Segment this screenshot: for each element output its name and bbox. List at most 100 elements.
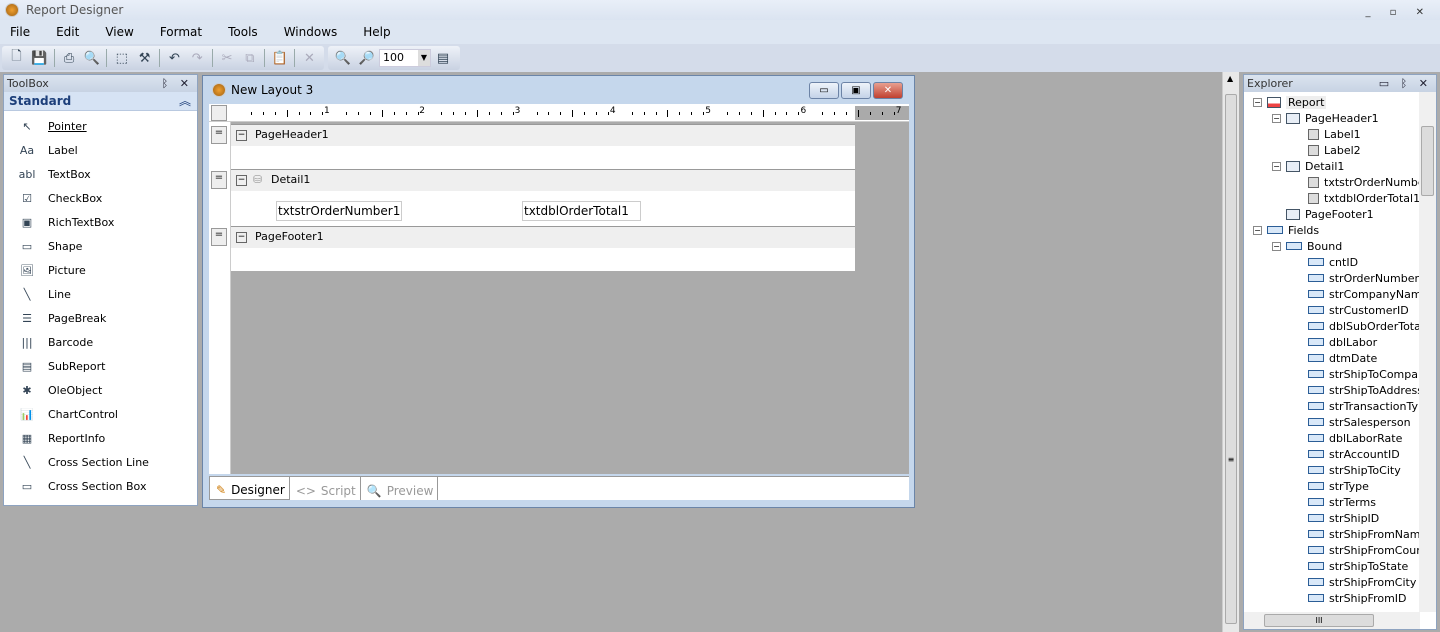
copy-icon[interactable]: ⧉ <box>240 48 259 68</box>
toolbox-item-pagebreak[interactable]: ☰ PageBreak <box>4 306 197 330</box>
close-button[interactable]: ✕ <box>873 82 903 99</box>
collapse-icon[interactable]: − <box>236 175 247 186</box>
print-preview-icon[interactable]: 🔍 <box>83 48 102 68</box>
toolbox-item-picture[interactable]: 🖼 Picture <box>4 258 197 282</box>
tree-node-dbllaborrate[interactable]: dblLaborRate <box>1308 430 1402 446</box>
print-icon[interactable]: ⎙ <box>60 48 79 68</box>
new-icon[interactable]: 🗋 <box>7 48 26 68</box>
tab-designer[interactable]: ✎ Designer <box>209 477 290 500</box>
page-setup-icon[interactable]: ▤ <box>433 48 453 68</box>
redo-icon[interactable]: ↷ <box>188 48 207 68</box>
toolbox-item-textbox[interactable]: abl TextBox <box>4 162 197 186</box>
tree-node-txtdblordertotal1[interactable]: txtdblOrderTotal1 <box>1308 190 1420 206</box>
tab-preview[interactable]: 🔍 Preview <box>361 477 439 500</box>
tree-node-straccountid[interactable]: strAccountID <box>1308 446 1400 462</box>
explorer-horizontal-scrollbar[interactable]: III <box>1244 612 1420 629</box>
section-band-pagefooter1[interactable]: − PageFooter1 <box>231 226 855 248</box>
tree-node-pageheader1[interactable]: PageHeader1 <box>1286 110 1379 126</box>
tree-node-strshipid[interactable]: strShipID <box>1308 510 1379 526</box>
toolbox-group-standard[interactable]: Standard ︽ <box>4 92 197 111</box>
delete-icon[interactable]: ✕ <box>300 48 319 68</box>
chevron-down-icon[interactable]: ▼ <box>418 50 430 66</box>
tree-node-strshiptoaddress[interactable]: strShipToAddress <box>1308 382 1420 398</box>
tree-node-strterms[interactable]: strTerms <box>1308 494 1376 510</box>
section-handle[interactable]: = <box>211 228 227 246</box>
main-vertical-scrollbar[interactable]: ▲ ≡ <box>1222 72 1239 632</box>
collapse-icon[interactable]: − <box>236 232 247 243</box>
zoom-select[interactable]: 100 ▼ <box>379 49 431 67</box>
explorer-vertical-scrollbar[interactable] <box>1419 92 1436 612</box>
toolbox-item-reportinfo[interactable]: ▦ ReportInfo <box>4 426 197 450</box>
toolbox-item-barcode[interactable]: ||| Barcode <box>4 330 197 354</box>
toolbox-item-checkbox[interactable]: ☑ CheckBox <box>4 186 197 210</box>
zoom-in-icon[interactable]: 🔎 <box>357 48 377 68</box>
tree-node-strshipfromid[interactable]: strShipFromID <box>1308 590 1407 606</box>
menu-help[interactable]: Help <box>363 25 390 39</box>
tree-node-strshipfromcounty[interactable]: strShipFromCounty <box>1308 542 1420 558</box>
grid-icon[interactable]: ⬚ <box>112 48 131 68</box>
tree-node-strsalesperson[interactable]: strSalesperson <box>1308 414 1411 430</box>
menu-file[interactable]: File <box>10 25 30 39</box>
tree-node-label1[interactable]: Label1 <box>1308 126 1361 142</box>
tree-node-dblsubordertotal[interactable]: dblSubOrderTotal <box>1308 318 1420 334</box>
menu-tools[interactable]: Tools <box>228 25 258 39</box>
toolbox-item-line[interactable]: ╲ Line <box>4 282 197 306</box>
tab-script[interactable]: <> Script <box>290 477 361 500</box>
tree-node-strcustomerid[interactable]: strCustomerID <box>1308 302 1409 318</box>
toolbox-item-oleobject[interactable]: ✱ OleObject <box>4 378 197 402</box>
section-body[interactable] <box>231 248 855 271</box>
tree-node-fields[interactable]: Fields <box>1267 222 1319 238</box>
minimize-button[interactable]: ▭ <box>809 82 839 99</box>
panel-controls-icons[interactable]: ▭ ᛒ ✕ <box>1379 75 1432 92</box>
expand-collapse-icon[interactable]: − <box>1272 162 1281 171</box>
design-surface[interactable]: 1234567 − PageHeader1 = − ⛁ Detail1 = txtstrOrd… <box>209 104 909 474</box>
section-band-detail1[interactable]: − ⛁ Detail1 <box>231 169 855 191</box>
toolbox-item-pointer[interactable]: ↖ Pointer <box>4 114 197 138</box>
tree-node-strtype[interactable]: strType <box>1308 478 1369 494</box>
collapse-icon[interactable]: ︽ <box>179 92 191 111</box>
toolbox-item-shape[interactable]: ▭ Shape <box>4 234 197 258</box>
tree-node-strcompanyname[interactable]: strCompanyName <box>1308 286 1420 302</box>
tree-node-strshipfromcity[interactable]: strShipFromCity <box>1308 574 1416 590</box>
tree-node-strordernumber[interactable]: strOrderNumber <box>1308 270 1419 286</box>
expand-collapse-icon[interactable]: − <box>1253 226 1262 235</box>
tree-node-label2[interactable]: Label2 <box>1308 142 1361 158</box>
toolbox-item-cross-section-line[interactable]: ╲ Cross Section Line <box>4 450 197 474</box>
tree-node-strshiptocity[interactable]: strShipToCity <box>1308 462 1401 478</box>
toolbox-item-chartcontrol[interactable]: 📊 ChartControl <box>4 402 197 426</box>
section-body[interactable] <box>231 146 855 169</box>
menu-format[interactable]: Format <box>160 25 202 39</box>
menu-windows[interactable]: Windows <box>284 25 338 39</box>
paste-icon[interactable]: 📋 <box>270 48 289 68</box>
toolbox-item-cross-section-box[interactable]: ▭ Cross Section Box <box>4 474 197 498</box>
toolbox-item-subreport[interactable]: ▤ SubReport <box>4 354 197 378</box>
tree-node-bound[interactable]: Bound <box>1286 238 1342 254</box>
tree-node-strshiptostate[interactable]: strShipToState <box>1308 558 1408 574</box>
tree-node-strtransactiontype[interactable]: strTransactionType <box>1308 398 1420 414</box>
tree-node-cntid[interactable]: cntID <box>1308 254 1358 270</box>
expand-collapse-icon[interactable]: − <box>1272 114 1281 123</box>
tree-node-detail1[interactable]: Detail1 <box>1286 158 1344 174</box>
save-icon[interactable]: 💾 <box>30 48 49 68</box>
tree-node-report[interactable]: Report <box>1267 94 1327 110</box>
undo-icon[interactable]: ↶ <box>165 48 184 68</box>
zoom-out-icon[interactable]: 🔍 <box>333 48 353 68</box>
collapse-icon[interactable]: − <box>236 130 247 141</box>
tools-icon[interactable]: ⚒ <box>135 48 154 68</box>
section-handle[interactable]: = <box>211 126 227 144</box>
tree-node-strshiptocompany[interactable]: strShipToCompany <box>1308 366 1420 382</box>
tree-node-strshipfromname[interactable]: strShipFromName <box>1308 526 1420 542</box>
menu-edit[interactable]: Edit <box>56 25 79 39</box>
section-band-pageheader1[interactable]: − PageHeader1 <box>231 124 855 146</box>
maximize-button[interactable]: ▣ <box>841 82 871 99</box>
expand-collapse-icon[interactable]: − <box>1272 242 1281 251</box>
cut-icon[interactable]: ✂ <box>218 48 237 68</box>
toolbox-item-label[interactable]: Aa Label <box>4 138 197 162</box>
textbox-txtstrordernumber1[interactable]: txtstrOrderNumber1 <box>276 201 402 221</box>
textbox-txtdblordertotal1[interactable]: txtdblOrderTotal1 <box>522 201 641 221</box>
toolbox-item-richtextbox[interactable]: ▣ RichTextBox <box>4 210 197 234</box>
section-handle[interactable]: = <box>211 171 227 189</box>
tree-node-txtstrordernumber[interactable]: txtstrOrderNumber <box>1308 174 1420 190</box>
pin-close-icons[interactable]: ᛒ ✕ <box>162 75 193 92</box>
tree-node-dtmdate[interactable]: dtmDate <box>1308 350 1377 366</box>
